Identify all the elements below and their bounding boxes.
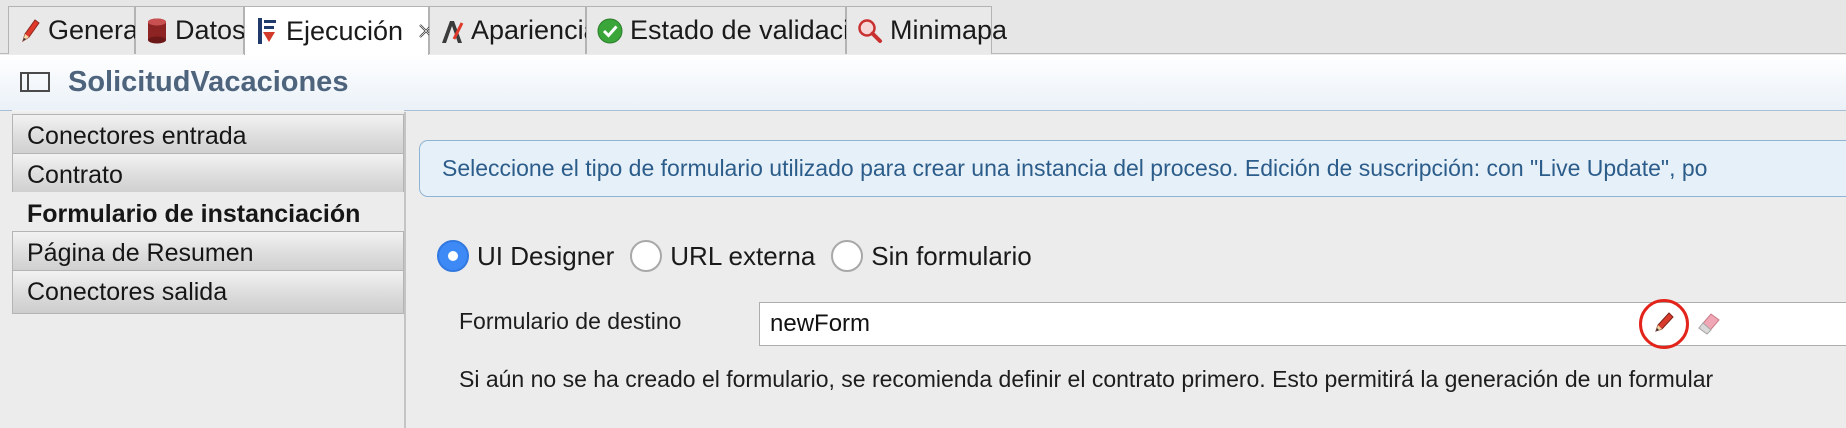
tab-estado-de-validacion[interactable]: Estado de validación [586, 6, 879, 54]
tab-ejecucion[interactable]: Ejecución [244, 6, 433, 55]
radio-label: URL externa [670, 240, 816, 271]
edit-form-button[interactable] [1639, 299, 1689, 349]
sidebar-item-label: Conectores entrada [27, 121, 247, 150]
radio-indicator[interactable] [630, 240, 663, 272]
sidebar-item-contrato[interactable]: Contrato [12, 153, 404, 197]
tab-general[interactable]: General [8, 6, 144, 54]
execution-icon [255, 16, 279, 46]
editor-tab-bar: General Datos Ejecución Apariencia Estad… [0, 0, 1846, 55]
target-form-value: newForm [770, 310, 871, 337]
sidebar-divider [404, 112, 406, 428]
check-icon [597, 16, 623, 46]
tab-label: General [48, 15, 145, 45]
sidebar-item-label: Formulario de instanciación [27, 199, 361, 228]
tab-label: Datos [175, 15, 246, 45]
tab-datos[interactable]: Datos [135, 6, 246, 54]
sidebar-item-label: Conectores salida [27, 277, 228, 306]
appearance-icon [440, 16, 464, 46]
sidebar-item-conectores-entrada[interactable]: Conectores entrada [12, 114, 404, 158]
main-panel: Seleccione el tipo de formulario utiliza… [407, 112, 1846, 428]
tab-label: Apariencia [471, 15, 599, 45]
sidebar-item-conectores-salida[interactable]: Conectores salida [12, 270, 404, 314]
radio-url-externa[interactable]: URL externa [630, 240, 815, 272]
magnifier-icon [857, 16, 883, 46]
radio-sin-formulario[interactable]: Sin formulario [831, 240, 1032, 272]
radio-selected-indicator[interactable] [437, 240, 469, 272]
radio-ui-designer[interactable]: UI Designer [437, 240, 614, 272]
radio-label: Sin formulario [871, 240, 1032, 271]
page-title: SolicitudVacaciones [68, 66, 349, 98]
tab-label: Ejecución [286, 15, 404, 46]
sidebar-item-pagina-de-resumen[interactable]: Página de Resumen [12, 231, 404, 275]
pencil-icon [1651, 309, 1677, 340]
sidebar-item-formulario-de-instanciacion[interactable]: Formulario de instanciación [12, 192, 404, 236]
sidebar-item-label: Página de Resumen [27, 238, 254, 267]
target-form-label: Formulario de destino [459, 308, 682, 334]
panel-icon [20, 71, 52, 94]
tab-label: Minimapa [890, 15, 1008, 45]
radio-indicator[interactable] [831, 240, 864, 272]
clear-form-button[interactable] [1689, 304, 1729, 344]
info-banner: Seleccione el tipo de formulario utiliza… [419, 140, 1846, 197]
sidebar: Conectores entrada Contrato Formulario d… [0, 110, 406, 428]
radio-label: UI Designer [477, 240, 615, 271]
tab-apariencia[interactable]: Apariencia [429, 6, 599, 54]
section-title-bar: SolicitudVacaciones [0, 55, 1846, 111]
sidebar-item-label: Contrato [27, 160, 123, 189]
database-icon [146, 16, 168, 46]
pencil-icon [19, 16, 41, 46]
eraser-icon [1693, 306, 1725, 343]
info-text: Seleccione el tipo de formulario utiliza… [442, 155, 1708, 181]
contract-note: Si aún no se ha creado el formulario, se… [459, 366, 1714, 392]
form-type-radio-group: UI Designer URL externa Sin formulario [437, 236, 1048, 276]
tab-minimapa[interactable]: Minimapa [846, 6, 1007, 54]
tab-label: Estado de validación [630, 15, 880, 45]
